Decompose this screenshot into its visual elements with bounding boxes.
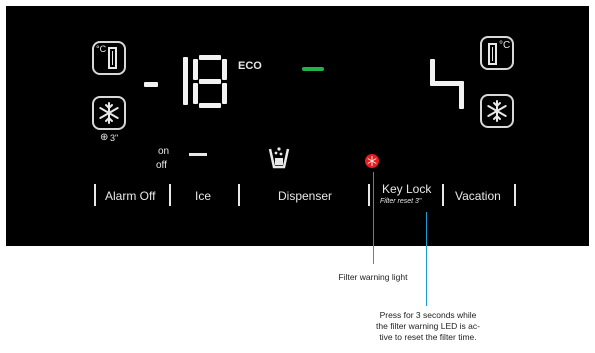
- ice-button[interactable]: Ice: [195, 189, 211, 203]
- thermometer-icon: [108, 47, 117, 69]
- button-divider: [442, 184, 444, 206]
- key-lock-button[interactable]: Key Lock: [382, 182, 431, 196]
- snowflake-icon: [99, 102, 119, 124]
- power-freeze-icon[interactable]: [92, 96, 126, 130]
- button-divider: [238, 184, 240, 206]
- snowflake-icon: [487, 100, 507, 122]
- fridge-temp-display: [430, 55, 466, 111]
- key-lock-leader: [426, 212, 427, 306]
- key-lock-annotation: Press for 3 seconds while the filter war…: [376, 310, 480, 342]
- button-divider: [94, 184, 96, 206]
- filter-warning-leader: [373, 172, 374, 264]
- eco-label: ECO: [238, 60, 262, 72]
- freezer-digit-8: [193, 55, 227, 109]
- celsius-small-label: °C: [96, 44, 107, 54]
- celsius-label: °C: [499, 40, 511, 51]
- power-freeze-timer: 3": [110, 133, 119, 143]
- power-cool-icon[interactable]: [480, 94, 514, 128]
- button-divider: [368, 184, 370, 206]
- freezer-temp-display: [140, 55, 240, 110]
- filter-reset-sublabel: Filter reset 3": [380, 198, 422, 205]
- eco-indicator: [302, 67, 324, 71]
- freezer-digit-1: [183, 57, 188, 105]
- power-freeze-timer-icon: ⊕: [100, 132, 109, 143]
- filter-warning-light-icon: [365, 154, 379, 168]
- alarm-off-button[interactable]: Alarm Off: [105, 189, 155, 203]
- filter-warning-annotation: Filter warning light: [338, 272, 408, 282]
- freezer-temp-sign: [144, 82, 158, 87]
- ice-on-label: on: [158, 146, 170, 157]
- freezer-temp-icon[interactable]: °C: [92, 41, 126, 75]
- ice-off-label: off: [156, 160, 167, 171]
- water-dispenser-icon: [268, 147, 290, 169]
- dispenser-button[interactable]: Dispenser: [278, 189, 332, 203]
- button-divider: [169, 184, 171, 206]
- button-divider: [514, 184, 516, 206]
- ice-status-bar: [189, 153, 207, 156]
- vacation-button[interactable]: Vacation: [455, 189, 501, 203]
- fridge-temp-icon[interactable]: °C: [480, 36, 514, 70]
- thermometer-icon: [488, 43, 497, 65]
